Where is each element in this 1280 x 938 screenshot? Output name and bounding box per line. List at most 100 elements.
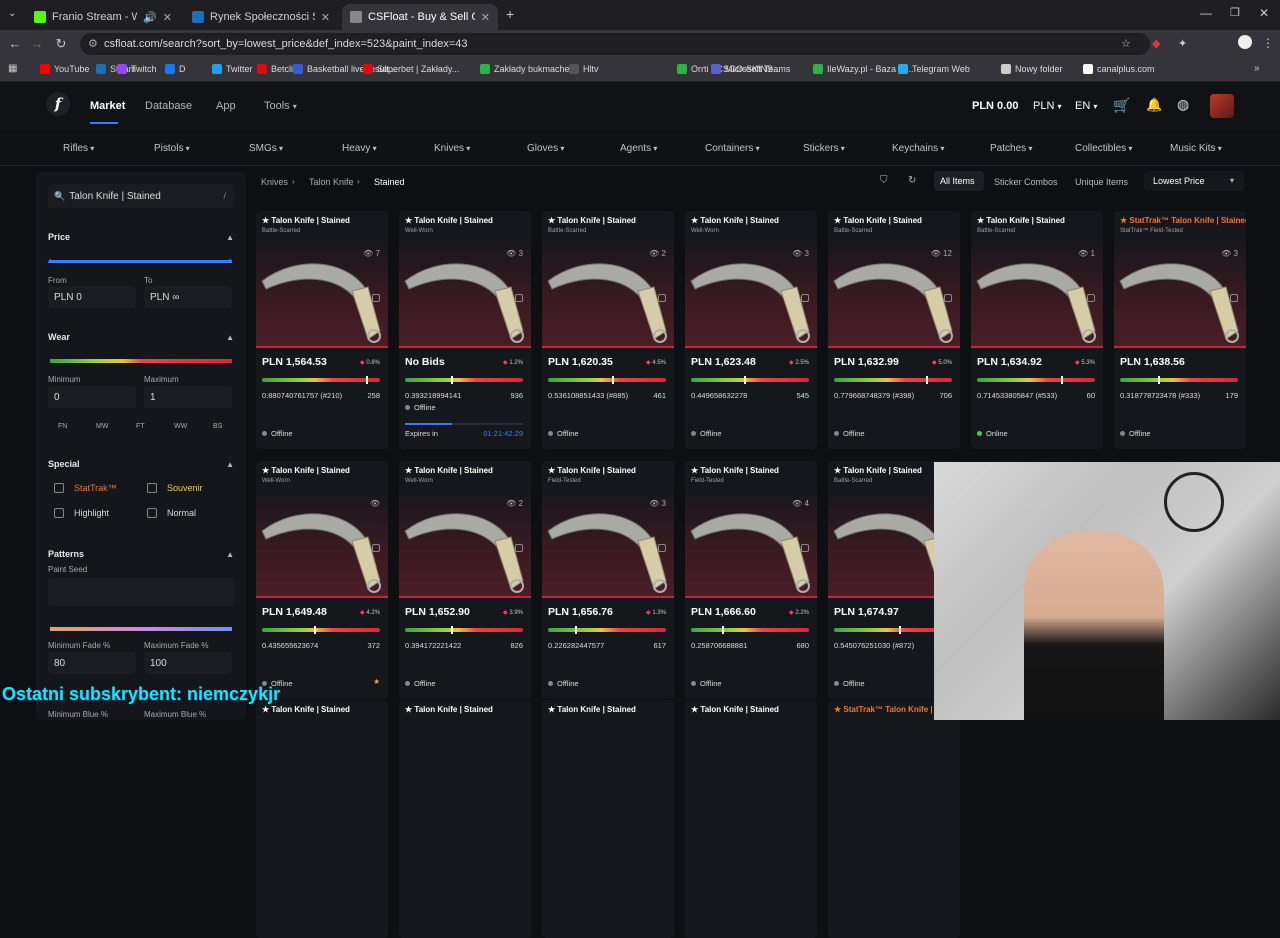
listing-card[interactable]: ★ Talon Knife | Stained Well-Worn 👁 3 PLN 1… (685, 211, 817, 449)
currency-select[interactable]: PLN ▾ (1033, 100, 1061, 112)
bookmark-item[interactable]: Microsoft Teams (711, 64, 790, 74)
wear-tag-bs[interactable]: BS (213, 423, 222, 430)
nav-tools[interactable]: Tools ▾ (264, 100, 297, 112)
nav-app[interactable]: App (216, 100, 236, 112)
browser-menu-icon[interactable]: ⋮ (1262, 36, 1274, 50)
search-input[interactable]: 🔍 Talon Knife | Stained / (48, 184, 234, 208)
bell-icon[interactable]: 🔔 (1146, 97, 1162, 113)
category-collectibles[interactable]: Collectibles ▾ (1075, 143, 1132, 154)
price-to-input[interactable]: PLN ∞ (144, 286, 232, 308)
listing-card[interactable]: ★ Talon Knife | Stained Well-Worn 👁 PLN 1,… (256, 461, 388, 699)
stattrak-checkbox[interactable] (54, 483, 64, 493)
breadcrumb-knives[interactable]: Knives (261, 177, 288, 187)
category-knives[interactable]: Knives ▾ (434, 143, 470, 154)
category-keychains[interactable]: Keychains ▾ (892, 143, 944, 154)
inspect-icon[interactable] (1230, 294, 1238, 302)
bookmark-item[interactable]: Nowy folder (1001, 64, 1063, 74)
normal-checkbox[interactable] (147, 508, 157, 518)
close-tab-icon[interactable]: ✕ (321, 11, 330, 24)
browser-tab-2[interactable]: Rynek Społeczności Steam :: Of ✕ (184, 4, 338, 30)
listing-card[interactable]: ★ Talon Knife | Stained Battle-Scarred 👁 2… (542, 211, 674, 449)
inspect-icon[interactable] (658, 294, 666, 302)
listing-card-partial[interactable]: ★ Talon Knife | Stained (685, 700, 817, 938)
listing-card[interactable]: ★ Talon Knife | Stained Battle-Scarred 👁 1… (828, 211, 960, 449)
nav-database[interactable]: Database (145, 100, 192, 112)
wear-tag-fn[interactable]: FN (58, 423, 67, 430)
tab-search-icon[interactable]: ⌄ (8, 8, 16, 19)
inspect-icon[interactable] (372, 544, 380, 552)
category-agents[interactable]: Agents ▾ (620, 143, 657, 154)
listing-card-partial[interactable]: ★ Talon Knife | Stained (399, 700, 531, 938)
close-window-icon[interactable]: ✕ (1259, 6, 1269, 20)
inspect-icon[interactable] (372, 294, 380, 302)
chevron-up-icon[interactable]: ▲ (226, 233, 234, 242)
bookmark-item[interactable]: Hltv (569, 64, 599, 74)
inspect-icon[interactable] (1087, 294, 1095, 302)
wear-min-input[interactable]: 0 (48, 386, 136, 408)
palette-icon[interactable]: ◍ (1177, 96, 1189, 113)
price-range-slider[interactable] (50, 260, 232, 263)
bookmark-item[interactable]: Twitter (212, 64, 253, 74)
price-slider-handle-max[interactable]: ▲ (226, 256, 234, 265)
speaker-icon[interactable]: 🔊 (143, 11, 157, 24)
listing-card[interactable]: ★ Talon Knife | Stained Field-Tested 👁 4 PL… (685, 461, 817, 699)
wear-tag-mw[interactable]: MW (96, 423, 108, 430)
nav-market[interactable]: Market (90, 100, 125, 112)
listing-card[interactable]: ★ Talon Knife | Stained Field-Tested 👁 3 PL… (542, 461, 674, 699)
sort-select[interactable]: Lowest Price ▾ (1144, 171, 1244, 191)
bookmark-star-icon[interactable]: ☆ (1121, 37, 1131, 50)
refresh-icon[interactable]: ↻ (908, 175, 916, 186)
category-containers[interactable]: Containers ▾ (705, 143, 760, 154)
site-info-icon[interactable]: ⚙ (88, 37, 98, 50)
more-bookmarks-icon[interactable]: » (1254, 63, 1260, 74)
listing-card-partial[interactable]: ★ Talon Knife | Stained (542, 700, 674, 938)
tab-all-items[interactable]: All Items (934, 171, 984, 191)
close-tab-icon[interactable]: ✕ (163, 11, 172, 24)
cart-icon[interactable]: 🛒 (1113, 97, 1130, 114)
fade-min-input[interactable]: 80 (48, 652, 136, 674)
back-icon[interactable]: ← (4, 36, 26, 51)
bookmark-item[interactable]: D (165, 64, 186, 74)
inspect-icon[interactable] (801, 544, 809, 552)
extensions-puzzle-icon[interactable]: ✦ (1178, 37, 1187, 50)
price-from-input[interactable]: PLN 0 (48, 286, 136, 308)
bookmark-item[interactable]: canalplus.com (1083, 64, 1155, 74)
csfloat-logo[interactable]: f (46, 92, 70, 116)
category-pistols[interactable]: Pistols ▾ (154, 143, 190, 154)
minimize-icon[interactable]: — (1200, 6, 1212, 20)
price-slider-handle-min[interactable]: ▲ (46, 256, 54, 265)
category-rifles[interactable]: Rifles ▾ (63, 143, 94, 154)
fade-max-input[interactable]: 100 (144, 652, 232, 674)
inspect-icon[interactable] (515, 544, 523, 552)
inspect-icon[interactable] (944, 294, 952, 302)
bookmark-item[interactable]: Betclic (257, 64, 298, 74)
chevron-up-icon[interactable]: ▲ (226, 333, 234, 342)
bookmark-item[interactable]: Superbet | Zakłady... (363, 64, 459, 74)
bookmark-item[interactable]: Zakłady bukmacher... (480, 64, 580, 74)
favorite-star-icon[interactable]: ★ (373, 677, 380, 686)
new-tab-icon[interactable]: + (506, 6, 514, 22)
listing-card-partial[interactable]: ★ StatTrak™ Talon Knife | Stained (828, 700, 960, 938)
browser-tab-3[interactable]: CSFloat - Buy & Sell CS2 Skins ✕ (342, 4, 498, 30)
breadcrumb-talon-knife[interactable]: Talon Knife (309, 177, 354, 187)
inspect-icon[interactable] (515, 294, 523, 302)
reload-icon[interactable]: ↻ (50, 36, 72, 52)
wear-tag-ft[interactable]: FT (136, 423, 145, 430)
souvenir-checkbox[interactable] (147, 483, 157, 493)
category-gloves[interactable]: Gloves ▾ (527, 143, 564, 154)
url-field[interactable]: ⚙ csfloat.com/search?sort_by=lowest_pric… (80, 33, 1150, 55)
user-avatar[interactable] (1210, 94, 1234, 118)
apps-grid-icon[interactable]: ▦ (8, 63, 17, 74)
paint-seed-input[interactable] (48, 578, 234, 606)
bookmark-item[interactable]: Telegram Web (898, 64, 970, 74)
listing-card[interactable]: ★ Talon Knife | Stained Battle-Scarred 👁 7… (256, 211, 388, 449)
profile-avatar-icon[interactable] (1238, 35, 1252, 49)
forward-icon[interactable]: → (26, 36, 48, 51)
chevron-up-icon[interactable]: ▲ (226, 460, 234, 469)
wear-range-slider[interactable] (50, 359, 232, 363)
language-select[interactable]: EN ▾ (1075, 100, 1097, 112)
bookmark-item[interactable]: Twitch (117, 64, 157, 74)
listing-card-partial[interactable]: ★ Talon Knife | Stained (256, 700, 388, 938)
bookmark-item[interactable]: YouTube (40, 64, 89, 74)
wear-tag-ww[interactable]: WW (174, 423, 187, 430)
